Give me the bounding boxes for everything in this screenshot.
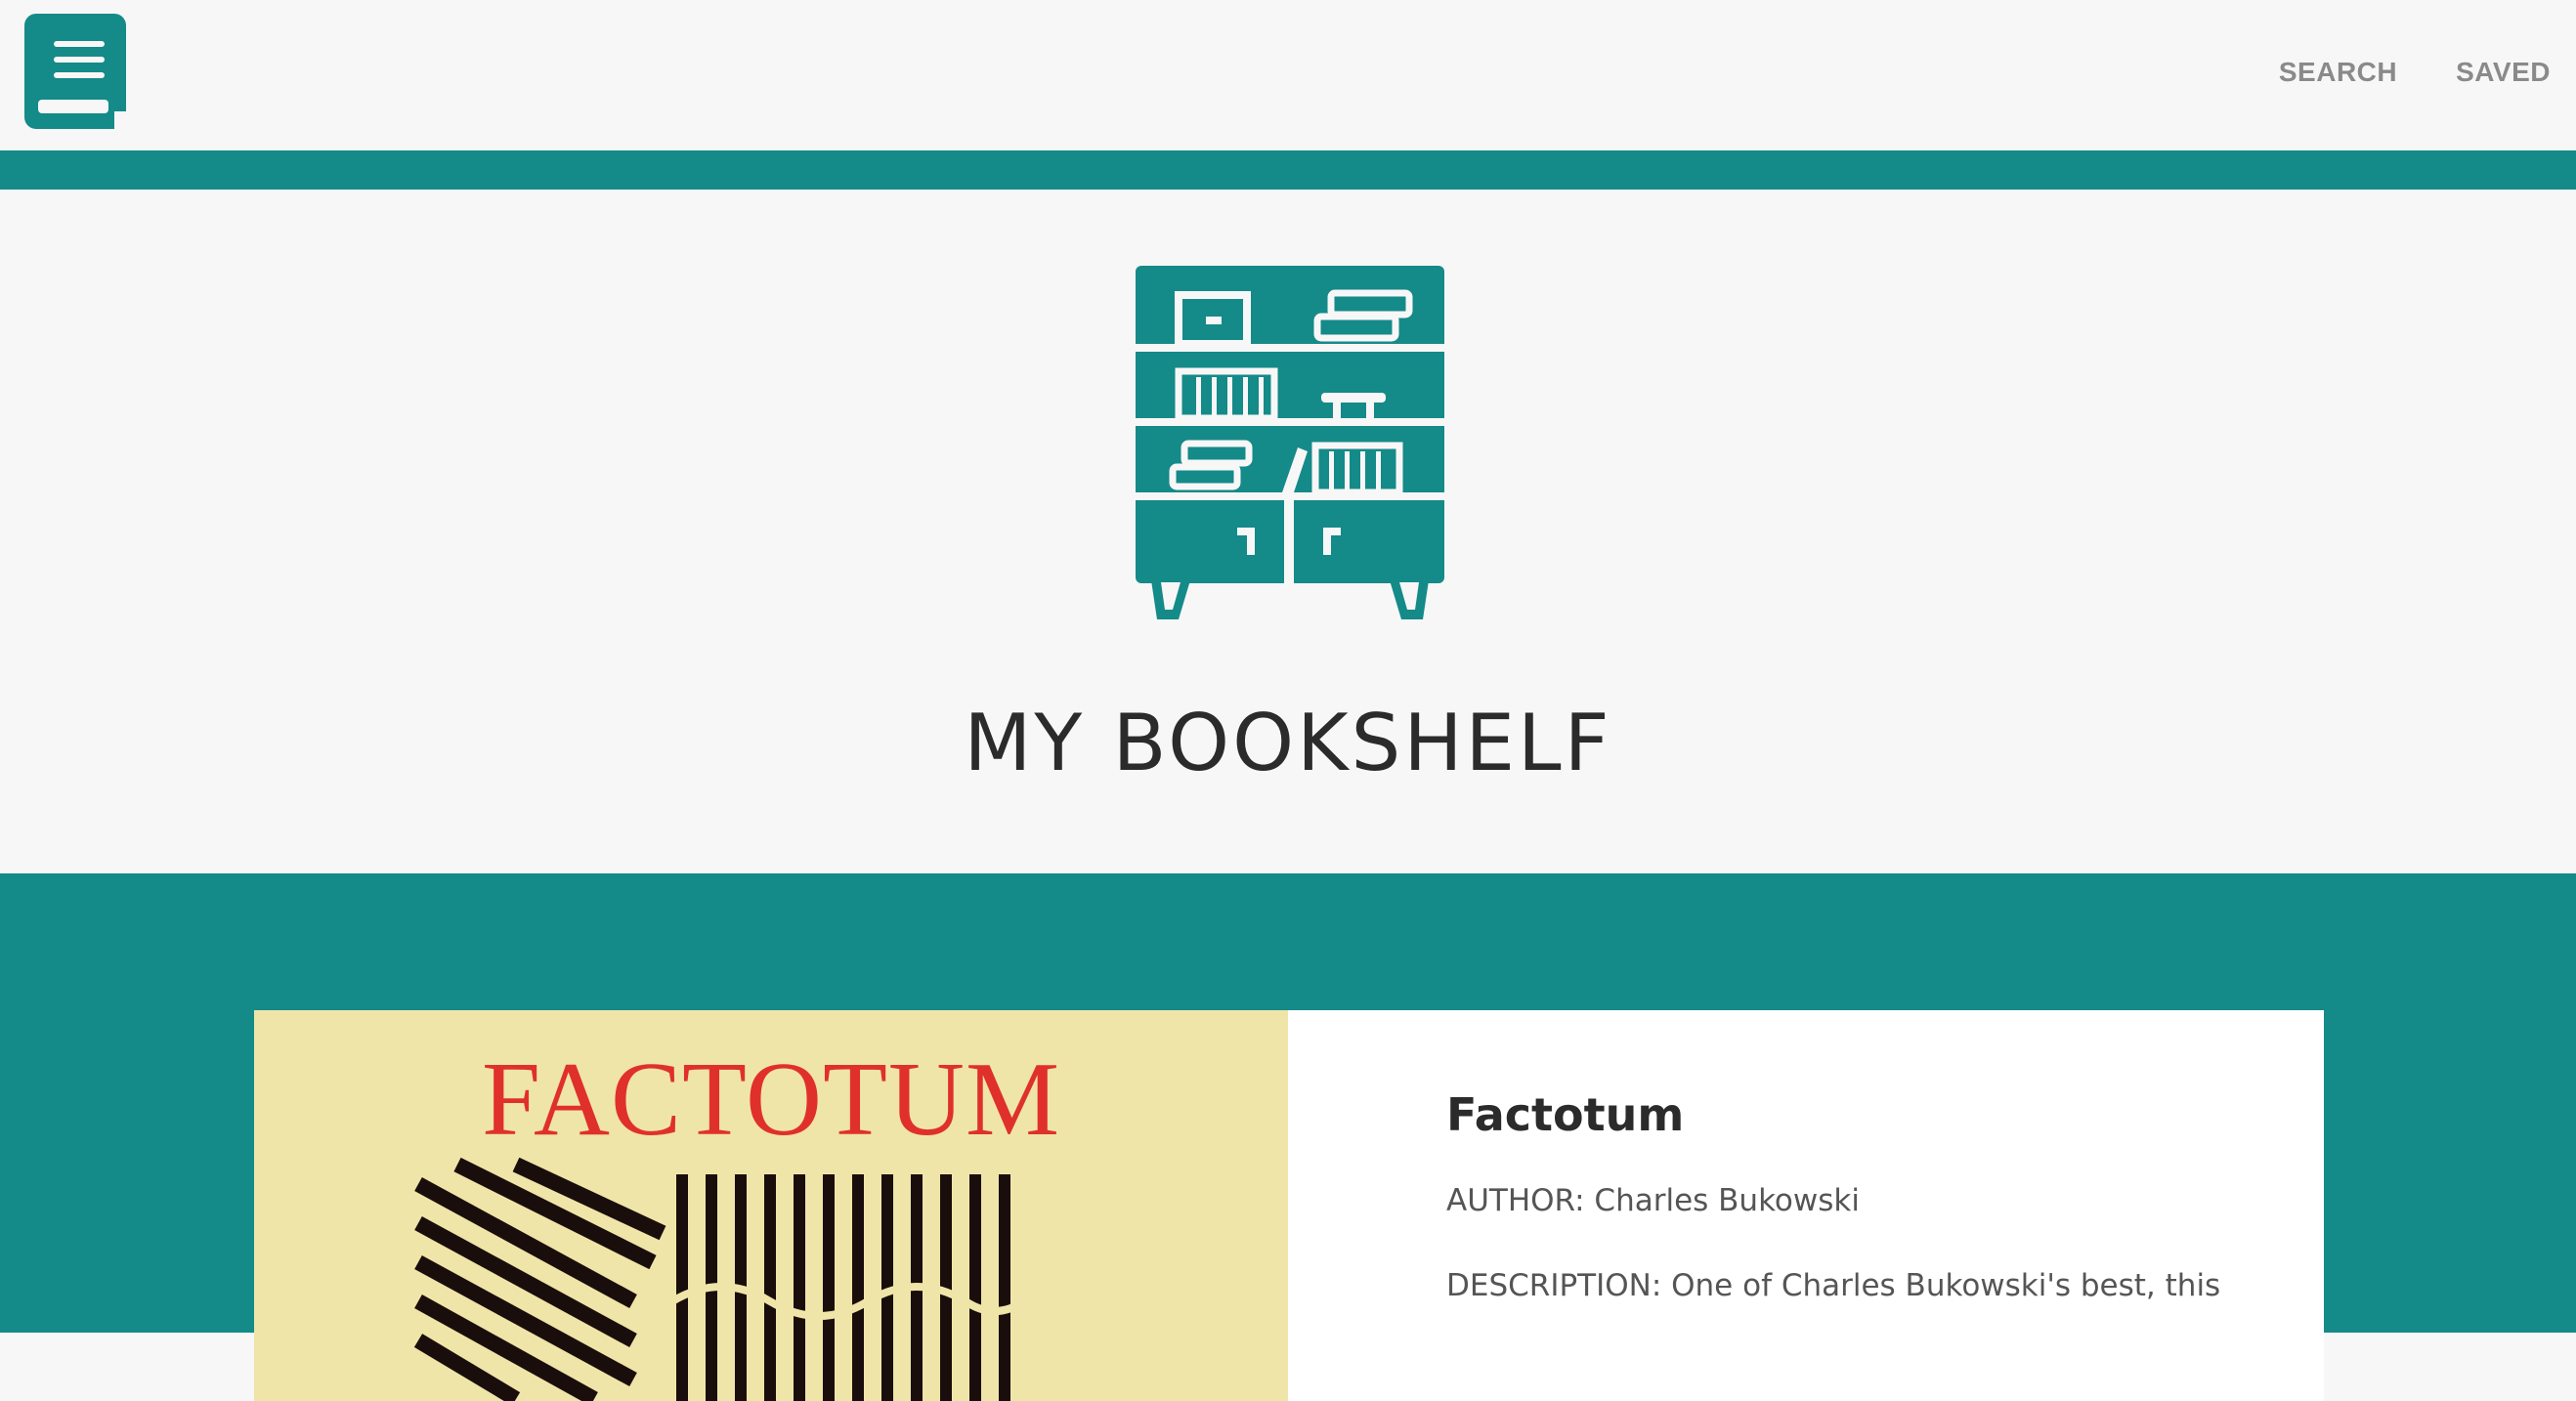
nav-link-search[interactable]: SEARCH	[2279, 57, 2397, 88]
book-description: DESCRIPTION: One of Charles Bukowski's b…	[1446, 1268, 2221, 1304]
book-menu-icon[interactable]	[24, 14, 130, 131]
page-title: MY BOOKSHELF	[964, 698, 1612, 788]
book-info: Factotum AUTHOR: Charles Bukowski DESCRI…	[1446, 1088, 2248, 1351]
book-cover-image[interactable]: FACTOTUM	[254, 1010, 1288, 1401]
cover-title-text: FACTOTUM	[481, 1041, 1061, 1158]
accent-strip	[0, 150, 2576, 190]
book-title[interactable]: Factotum	[1446, 1088, 2248, 1141]
books-section: FACTOTUM Factotum AUTHOR: Charles Bukows…	[0, 873, 2576, 1401]
book-author: AUTHOR: Charles Bukowski	[1446, 1183, 1860, 1218]
nav-link-saved[interactable]: SAVED	[2456, 57, 2551, 88]
book-card[interactable]: FACTOTUM Factotum AUTHOR: Charles Bukows…	[254, 1010, 2324, 1401]
hero-section: MY BOOKSHELF	[0, 190, 2576, 873]
navbar: SEARCH SAVED	[0, 0, 2576, 150]
nav-links: SEARCH SAVED	[2279, 57, 2551, 88]
bookshelf-icon	[1136, 266, 1444, 619]
cover-art-pattern	[413, 1157, 1027, 1401]
